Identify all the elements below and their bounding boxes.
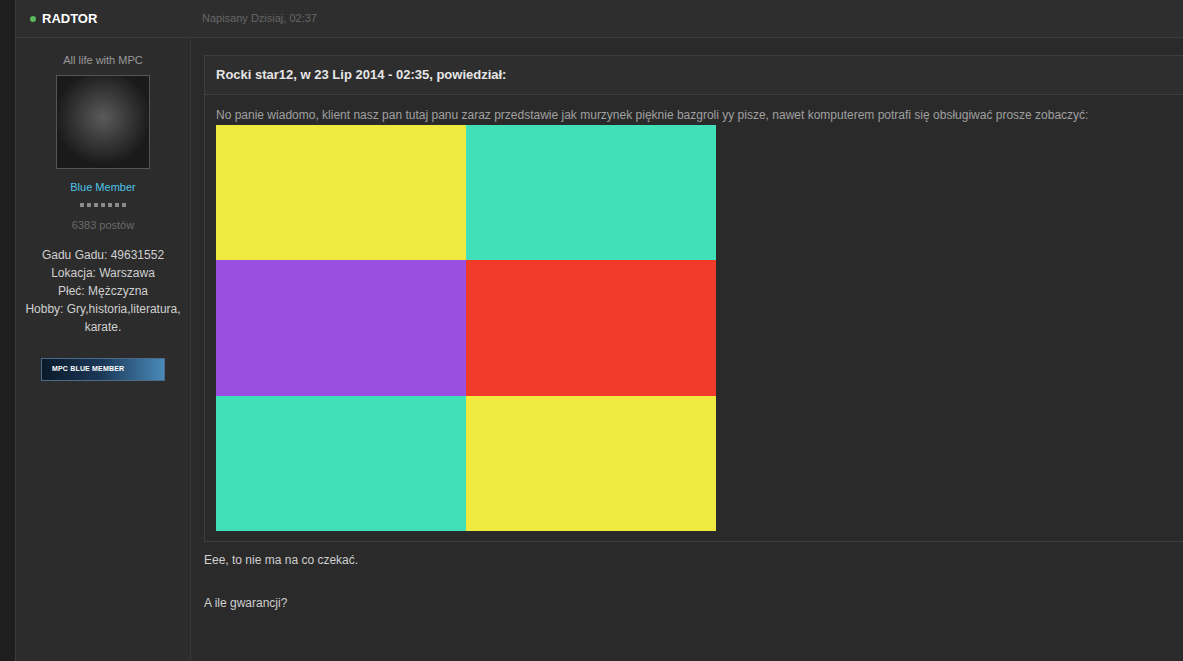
member-group: Blue Member: [70, 179, 135, 196]
avatar[interactable]: [56, 75, 150, 169]
left-gutter: [0, 0, 15, 661]
profile-fields: Gadu Gadu: 49631552Lokacja: WarszawaPłeć…: [16, 246, 190, 336]
profile-field: Gadu Gadu: 49631552: [24, 246, 182, 264]
quote-box: Rocki star12, w 23 Lip 2014 - 02:35, pow…: [204, 55, 1183, 542]
author-name[interactable]: RADTOR: [42, 9, 97, 29]
forum-post: RADTORNapisany Dzisiaj, 02:37All life wi…: [0, 0, 1183, 661]
rank-pip-icon: [108, 203, 112, 207]
post-paragraph: A ile gwarancji?: [204, 594, 1183, 612]
rank-pip-icon: [115, 203, 119, 207]
rank-pip-icon: [122, 203, 126, 207]
quote-text: No panie wiadomo, klient nasz pan tutaj …: [216, 108, 1172, 122]
quote-header: Rocki star12, w 23 Lip 2014 - 02:35, pow…: [205, 56, 1183, 95]
profile-field: Płeć: Mężczyzna: [24, 282, 182, 300]
rank-pip-icon: [87, 203, 91, 207]
author-sidebar: All life with MPC Blue Member 6383 postów G…: [16, 38, 191, 661]
post-content: Rocki star12, w 23 Lip 2014 - 02:35, pow…: [191, 38, 1183, 661]
meme-image: [216, 125, 716, 531]
rank-pip-icon: [80, 203, 84, 207]
post-count: 6383 postów: [72, 217, 134, 234]
post-paragraph: Eee, to nie ma na co czekać.: [204, 551, 1183, 569]
member-title: All life with MPC: [63, 52, 142, 69]
rank-pip-icon: [101, 203, 105, 207]
rank-pip-icon: [94, 203, 98, 207]
rank-pips: [80, 203, 126, 207]
profile-field: Lokacja: Warszawa: [24, 264, 182, 282]
post-date: Napisany Dzisiaj, 02:37: [191, 10, 317, 27]
member-badge: MPC BLUE MEMBER: [41, 358, 165, 381]
post-body: Eee, to nie ma na co czekać. A ile gwaran…: [204, 551, 1183, 612]
online-dot-icon: [30, 16, 36, 22]
post-header: RADTOR Napisany Dzisiaj, 02:37: [16, 0, 1183, 38]
profile-field: Hobby: Gry,historia,literatura,karate.: [24, 300, 182, 336]
